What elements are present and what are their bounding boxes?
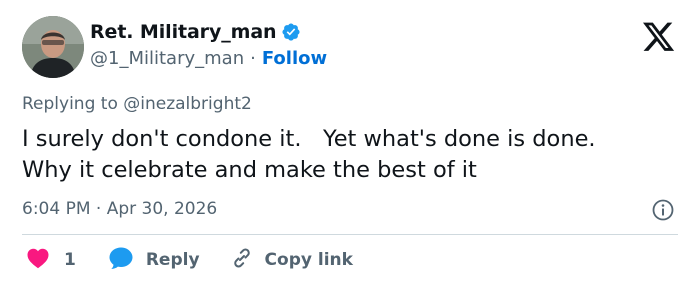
reply-label: Reply: [145, 250, 200, 270]
tweet-timestamp[interactable]: 6:04 PM · Apr 30, 2026: [22, 199, 217, 219]
follow-button[interactable]: Follow: [262, 48, 327, 69]
tweet-text: I surely don't condone it. Yet what's do…: [22, 126, 596, 183]
reply-button[interactable]: Reply: [108, 246, 200, 275]
author-handle[interactable]: @1_Military_man: [90, 48, 244, 69]
action-bar: 1 Reply Copy link: [26, 246, 353, 274]
author-handle-row: @1_Military_man · Follow: [90, 48, 327, 69]
verified-badge-icon: [281, 22, 301, 42]
copy-link-button[interactable]: Copy link: [230, 246, 353, 275]
replying-to-mention[interactable]: @inezalbright2: [123, 94, 252, 114]
heart-icon: [26, 247, 50, 274]
separator-dot: ·: [250, 48, 256, 69]
x-logo-icon[interactable]: [642, 22, 676, 56]
like-button[interactable]: 1: [26, 247, 76, 274]
author-name-row: Ret. Military_man: [90, 21, 301, 43]
author-display-name[interactable]: Ret. Military_man: [90, 21, 277, 43]
divider: [22, 234, 678, 235]
copy-link-label: Copy link: [264, 250, 353, 270]
info-icon[interactable]: [651, 198, 675, 226]
reply-bubble-icon: [108, 246, 134, 275]
link-icon: [230, 246, 254, 275]
avatar[interactable]: [22, 16, 84, 78]
replying-to-prefix: Replying to: [22, 94, 118, 114]
like-count: 1: [64, 250, 76, 270]
replying-to: Replying to @inezalbright2: [22, 94, 252, 114]
